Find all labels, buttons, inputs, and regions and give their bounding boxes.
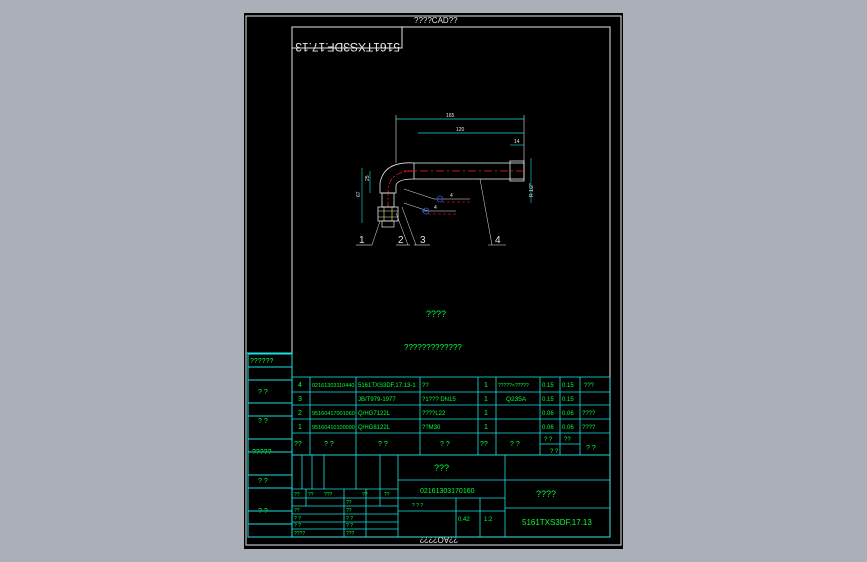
tb-label-r0: ?? [346, 500, 352, 506]
bom-row-4-mat: ?????×????? [498, 383, 529, 389]
bom-row-2-w2: 0.06 [562, 411, 574, 417]
bom-header-code: ? ? [324, 441, 334, 448]
tb-label-r2: ? ? [346, 516, 353, 522]
dim-25: 25 [365, 175, 371, 181]
dim-67: 67 [356, 191, 362, 197]
callout-1: 1 [359, 235, 365, 246]
bom-row-2-w1: 0.06 [542, 411, 554, 417]
title-name: ??? [434, 463, 449, 473]
bom-header-w1: ? ? [544, 437, 553, 443]
bom-row-3-w2: 0.15 [562, 397, 574, 403]
callout-4: 4 [495, 235, 501, 246]
elbow-centerline [387, 170, 415, 209]
bom-header-mat: ? ? [510, 441, 520, 448]
bom-row-3-name: ?1??? DN15 [422, 397, 456, 403]
dim-14: 14 [514, 139, 520, 145]
elbow [379, 162, 415, 194]
weld-label-1: 4 [450, 193, 453, 199]
bom-row-4-no: 4 [298, 382, 302, 389]
tb-label-l1: ?? [294, 508, 300, 514]
bom-row-1-no: 1 [298, 424, 302, 431]
bom-row-4-w1: 0.15 [542, 383, 554, 389]
left-block-3: ????? [252, 449, 272, 456]
bom-header-w2: ?? [564, 437, 571, 443]
tb-label-l0: ?? [294, 492, 300, 498]
bom-row-2-name: ????L22 [422, 411, 446, 417]
bom-row-4-name: ?? [422, 383, 429, 389]
bom-row-1-spec: Q/HG8122L [358, 425, 391, 431]
title-weight: 0.42 [458, 517, 470, 523]
tb-small-1: ??? [324, 492, 333, 498]
cad-drawing: ????CAD?? ??AO???? ???????? 5161TXS3DF.1… [245, 15, 622, 546]
tb-label-r4: ??? [346, 531, 355, 537]
bom-row-2-no: 2 [298, 410, 302, 417]
callout-2: 2 [398, 235, 404, 246]
drawing-number-mirror: 5161TXS3DF.17.13 [295, 40, 400, 54]
nut [377, 206, 399, 222]
tb-label-l2: ? ? [294, 516, 301, 522]
tb-label-r1: ?? [346, 508, 352, 514]
dim-thread: R 1/2" [529, 183, 535, 197]
bom-row-4-code: 02161303110440 [312, 383, 354, 389]
dim-120: 120 [456, 127, 465, 133]
bom-row-2-qty: 1 [484, 410, 488, 417]
title-doc-code: 02161303170160 [420, 488, 475, 495]
notes-title: ???? [426, 309, 446, 319]
bom-header-qty: ?? [480, 441, 488, 448]
bom-header-name: ? ? [440, 441, 450, 448]
bom-row-3-w1: 0.15 [542, 397, 554, 403]
bom-row-3-qty: 1 [484, 396, 488, 403]
bom-row-2-code: 95160417001060 [312, 411, 355, 417]
notes-body: ????????????? [404, 343, 462, 352]
bom-header-weight: ? ? [550, 449, 559, 455]
part-drawing: 165 120 14 R 1/2" 67 25 4 4 [356, 113, 535, 246]
left-block-1: ? ? [258, 389, 268, 396]
weld-label-2: 4 [434, 205, 437, 211]
footer-label: ??AO???? [419, 535, 458, 544]
bom-row-3-no: 3 [298, 396, 302, 403]
left-block-0: ?????? [250, 358, 273, 365]
bom-row-2-spec: Q/HG7122L [358, 411, 391, 417]
callout-3: 3 [420, 235, 426, 246]
bom-row-3-mat: Q235A [506, 396, 527, 403]
bom-row-1-code: 95160410100090 [312, 425, 355, 431]
drawing-sheet: ????CAD?? ??AO???? ???????? 5161TXS3DF.1… [244, 13, 623, 549]
bom-row-4-rem: ??? [584, 383, 595, 389]
bom-row-2-rem: ???? [582, 411, 596, 417]
bom-row-4-w2: 0.15 [562, 383, 574, 389]
tb-small-2: ?? [362, 492, 368, 498]
dim-165: 165 [446, 113, 455, 119]
left-block-4: ? ? [258, 478, 268, 485]
bom-row-1-rem: ???? [582, 425, 596, 431]
bom-row-4-qty: 1 [484, 382, 488, 389]
left-block-5: ? ? [258, 508, 268, 515]
bom-row-3-spec: JB/T979-1977 [358, 397, 396, 403]
bom-row-4-spec: 5161TXS3DF.17.13-1 [358, 383, 416, 389]
title-scale: 1:2 [484, 517, 493, 523]
title-stage: ? ? ? [412, 503, 423, 509]
bom-header-remark: ? ? [586, 445, 596, 452]
bom-row-1-name: ??M30 [422, 425, 441, 431]
bom-header-spec: ? ? [378, 441, 388, 448]
title-company: ???? [536, 489, 556, 499]
tb-label-r3: ? ? [346, 523, 353, 529]
tb-label-l3: ? ? [294, 523, 301, 529]
bom-row-1-w1: 0.06 [542, 425, 554, 431]
bom-header-no: ?? [294, 441, 302, 448]
tb-small-0: ?? [308, 492, 314, 498]
inner-border [291, 26, 611, 538]
title-drawing-no: 5161TXS3DF.17.13 [522, 518, 592, 527]
tb-small-3: ?? [384, 492, 390, 498]
header-label: ????CAD?? [414, 16, 458, 25]
tb-label-l4: ???? [294, 531, 305, 537]
left-stamp-column [247, 353, 293, 538]
bom-row-1-w2: 0.06 [562, 425, 574, 431]
bom-row-1-qty: 1 [484, 424, 488, 431]
left-block-2: ? ? [258, 418, 268, 425]
